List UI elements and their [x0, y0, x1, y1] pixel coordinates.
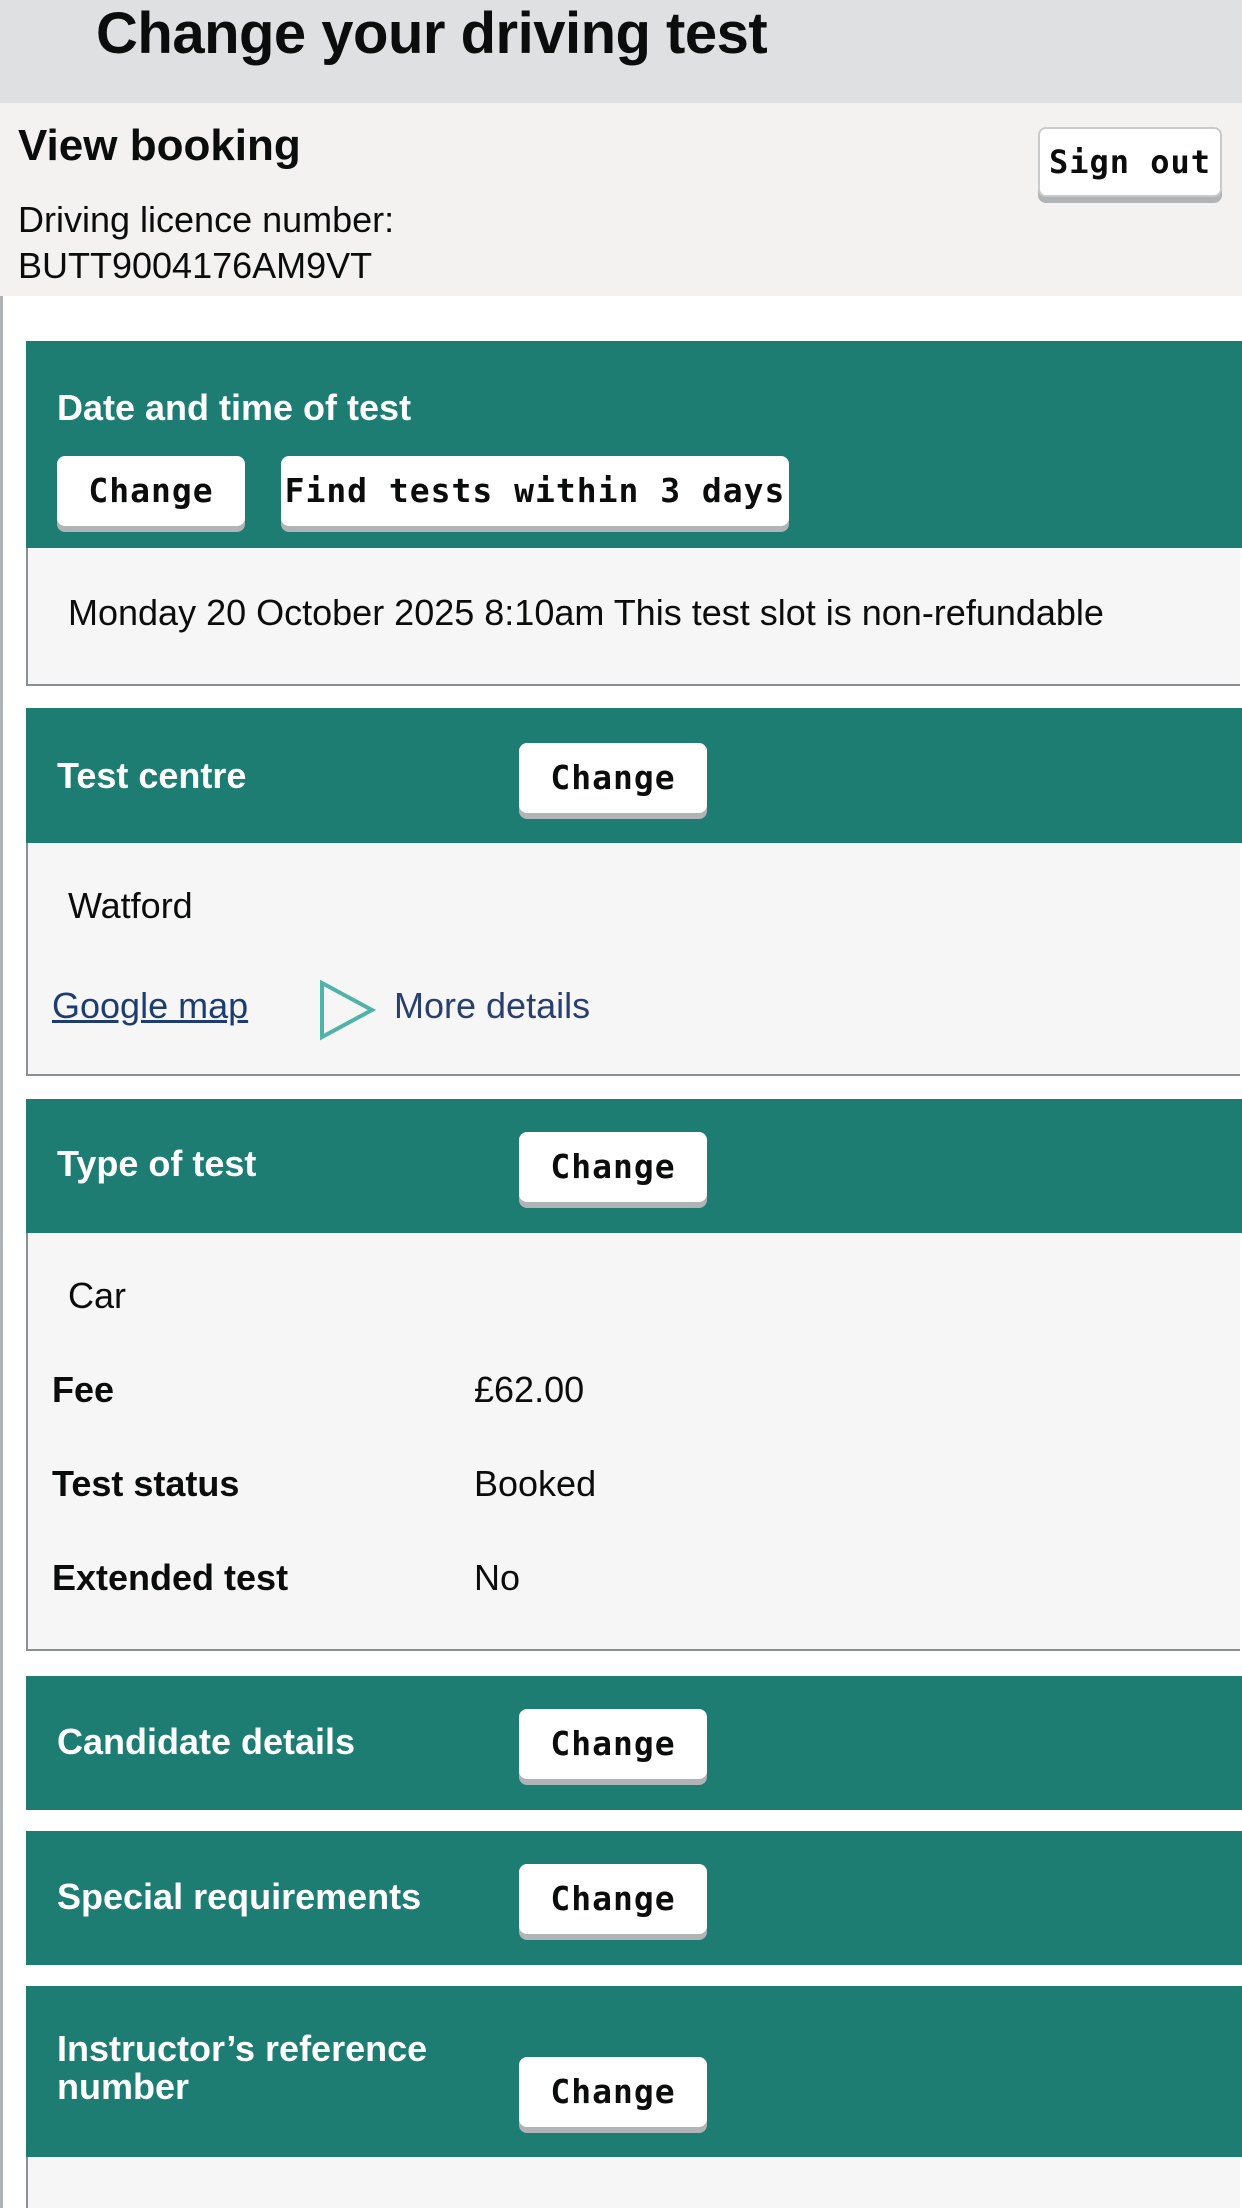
extended-test-value: No: [474, 1557, 521, 1598]
page-left-border: [0, 296, 3, 2208]
candidate-details-section-header: Candidate details Change: [26, 1676, 1242, 1810]
test-centre-section-header: Test centre Change: [26, 708, 1242, 843]
disclosure-triangle-icon[interactable]: [316, 979, 378, 1041]
more-details-toggle[interactable]: More details: [394, 985, 590, 1027]
test-status-value: Booked: [474, 1463, 597, 1504]
change-candidate-details-button[interactable]: Change: [519, 1709, 707, 1779]
fee-value: £62.00: [474, 1369, 585, 1410]
top-bar: Change your driving test: [0, 0, 1242, 103]
instructor-reference-section-header: Instructor’s reference number Change: [26, 1986, 1242, 2157]
google-map-link[interactable]: Google map: [52, 985, 248, 1027]
sign-out-button[interactable]: Sign out: [1038, 127, 1222, 197]
view-booking-heading: View booking: [18, 121, 301, 170]
test-type-value: Car: [68, 1275, 127, 1316]
change-test-centre-button[interactable]: Change: [519, 743, 707, 813]
find-tests-within-3-days-button[interactable]: Find tests within 3 days: [281, 456, 789, 526]
test-centre-section-body: Watford Google map More details: [26, 843, 1240, 1076]
change-instructor-reference-button[interactable]: Change: [519, 2057, 707, 2127]
date-time-section-header: Date and time of test Change Find tests …: [26, 341, 1242, 548]
licence-number: BUTT9004176AM9VT: [18, 245, 373, 286]
change-date-time-button[interactable]: Change: [57, 456, 245, 526]
test-centre-title: Test centre: [57, 755, 247, 796]
instructor-reference-title: Instructor’s reference number: [57, 2030, 427, 2106]
licence-label: Driving licence number:: [18, 199, 395, 240]
type-of-test-section-header: Type of test Change: [26, 1099, 1242, 1233]
candidate-details-title: Candidate details: [57, 1721, 356, 1762]
test-date-time-value: Monday 20 October 2025 8:10am This test …: [68, 592, 1104, 633]
change-special-requirements-button[interactable]: Change: [519, 1864, 707, 1934]
date-time-title: Date and time of test: [57, 387, 412, 428]
page-title: Change your driving test: [96, 1, 768, 66]
test-status-label: Test status: [52, 1463, 240, 1504]
instructor-reference-title-line2: number: [57, 2066, 190, 2107]
type-of-test-section-body: Car Fee £62.00 Test status Booked Extend…: [26, 1233, 1240, 1651]
special-requirements-title: Special requirements: [57, 1876, 422, 1917]
date-time-section-body: Monday 20 October 2025 8:10am This test …: [26, 548, 1240, 686]
change-type-of-test-button[interactable]: Change: [519, 1132, 707, 1202]
booking-header: View booking Driving licence number: BUT…: [0, 103, 1242, 296]
fee-label: Fee: [52, 1369, 115, 1410]
type-of-test-title: Type of test: [57, 1143, 257, 1184]
extended-test-label: Extended test: [52, 1557, 289, 1598]
instructor-reference-section-body: [26, 2157, 1240, 2208]
instructor-reference-title-line1: Instructor’s reference: [57, 2028, 428, 2069]
special-requirements-section-header: Special requirements Change: [26, 1831, 1242, 1965]
test-centre-value: Watford: [68, 885, 193, 926]
